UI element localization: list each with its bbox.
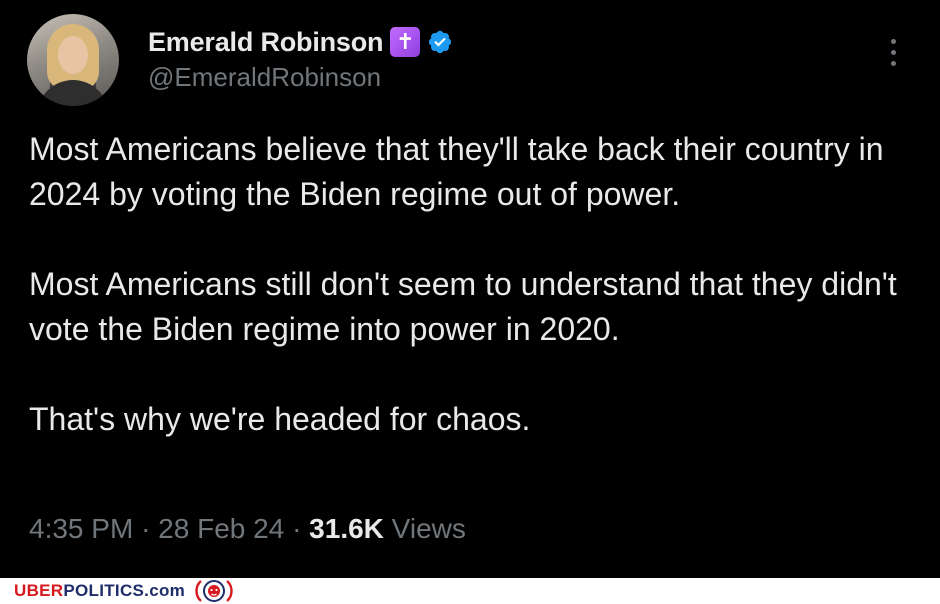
- more-dot: [890, 49, 896, 55]
- verified-check-icon[interactable]: [427, 29, 453, 55]
- user-handle[interactable]: @EmeraldRobinson: [148, 62, 381, 93]
- latin-cross-icon: ✝: [390, 27, 421, 57]
- meta-separator: ·: [141, 513, 151, 544]
- more-vertical-icon[interactable]: [878, 34, 908, 70]
- watermark-footer: UBERPOLITICS.com: [0, 578, 940, 604]
- views-label: Views: [391, 513, 466, 544]
- avatar-shoulders: [37, 80, 109, 106]
- author-name-row: Emerald Robinson ✝: [148, 25, 453, 59]
- lion-emblem-icon: [195, 580, 233, 602]
- tweet-paragraph: Most Americans still don't seem to under…: [29, 266, 897, 347]
- logo-part-uber: UBER: [14, 581, 64, 600]
- more-dot: [890, 60, 896, 66]
- avatar[interactable]: [27, 14, 119, 106]
- tweet-date[interactable]: 28 Feb 24: [158, 513, 284, 544]
- tweet-time[interactable]: 4:35 PM: [29, 513, 133, 544]
- views-count[interactable]: 31.6K: [309, 513, 384, 544]
- meta-separator: ·: [292, 513, 302, 544]
- display-name[interactable]: Emerald Robinson: [148, 27, 384, 58]
- avatar-face: [58, 36, 88, 74]
- logo-part-politics: POLITICS: [63, 581, 145, 600]
- more-dot: [890, 38, 896, 44]
- site-logo: UBERPOLITICS.com: [14, 581, 185, 601]
- tweet-text: Most Americans believe that they'll take…: [29, 127, 919, 442]
- tweet-meta: 4:35 PM · 28 Feb 24 · 31.6K Views: [29, 513, 466, 545]
- logo-part-domain: .com: [144, 581, 186, 600]
- tweet-card: Emerald Robinson ✝ @EmeraldRobinson Most…: [0, 0, 940, 578]
- tweet-paragraph: That's why we're headed for chaos.: [29, 401, 531, 437]
- tweet-paragraph: Most Americans believe that they'll take…: [29, 131, 884, 212]
